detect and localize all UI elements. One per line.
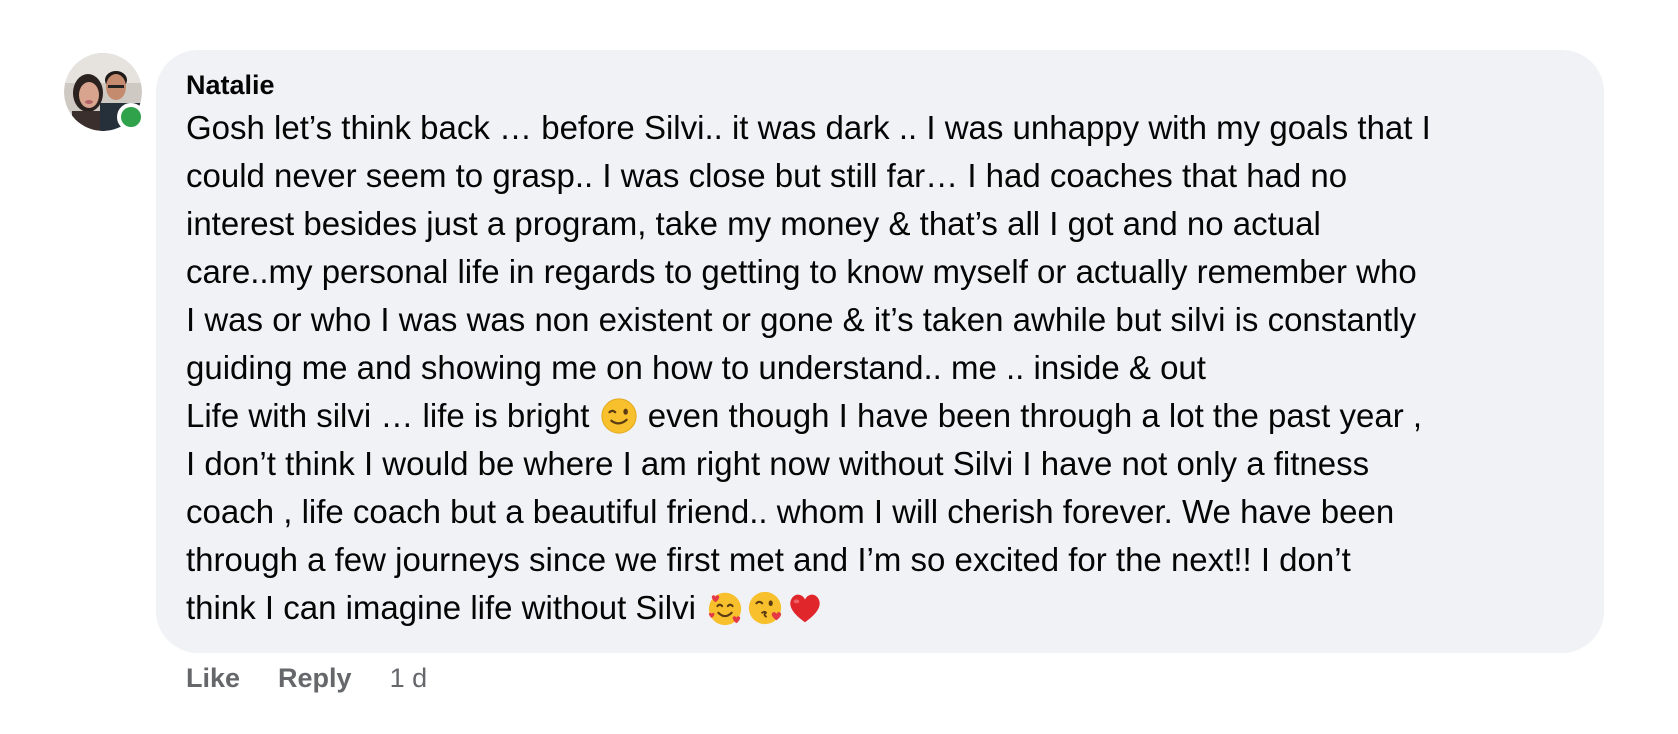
comment-line: care..my personal life in regards to get… [186, 253, 1417, 290]
face-blowing-kiss-emoji [748, 591, 782, 625]
comment-line: through a few journeys since we first me… [186, 541, 1351, 578]
reply-button[interactable]: Reply [278, 662, 352, 694]
comment-line: interest besides just a program, take my… [186, 205, 1321, 242]
comment-timestamp[interactable]: 1 d [390, 662, 428, 694]
winking-face-emoji [601, 398, 637, 434]
comment-actions: Like Reply 1 d [186, 662, 427, 694]
comment-line: coach , life coach but a beautiful frien… [186, 493, 1395, 530]
smiling-face-with-hearts-emoji [708, 592, 742, 626]
comment-line: think I can imagine life without Silvi [186, 584, 1574, 632]
like-button[interactable]: Like [186, 662, 240, 694]
comment-author-name[interactable]: Natalie [186, 68, 1574, 102]
comment-line: I don’t think I would be where I am righ… [186, 445, 1370, 482]
comment-line: Gosh let’s think back … before Silvi.. i… [186, 109, 1431, 146]
comment-bubble: Natalie Gosh let’s think back … before S… [156, 50, 1604, 653]
comment-line-segment: think I can imagine life without Silvi [186, 589, 706, 626]
comment-line-segment: Life with silvi … life is bright [186, 397, 590, 434]
comment-line: Life with silvi … life is bright even th… [186, 392, 1574, 440]
comment-line: I was or who I was was non existent or g… [186, 301, 1417, 338]
online-status-dot [117, 103, 145, 131]
comment-line: could never seem to grasp.. I was close … [186, 157, 1348, 194]
author-avatar[interactable] [64, 53, 145, 131]
comment-line-segment: even though I have been through a lot th… [638, 397, 1423, 434]
comment-line: guiding me and showing me on how to unde… [186, 349, 1206, 386]
red-heart-emoji [790, 594, 820, 623]
comment-text: Gosh let’s think back … before Silvi.. i… [186, 104, 1574, 632]
